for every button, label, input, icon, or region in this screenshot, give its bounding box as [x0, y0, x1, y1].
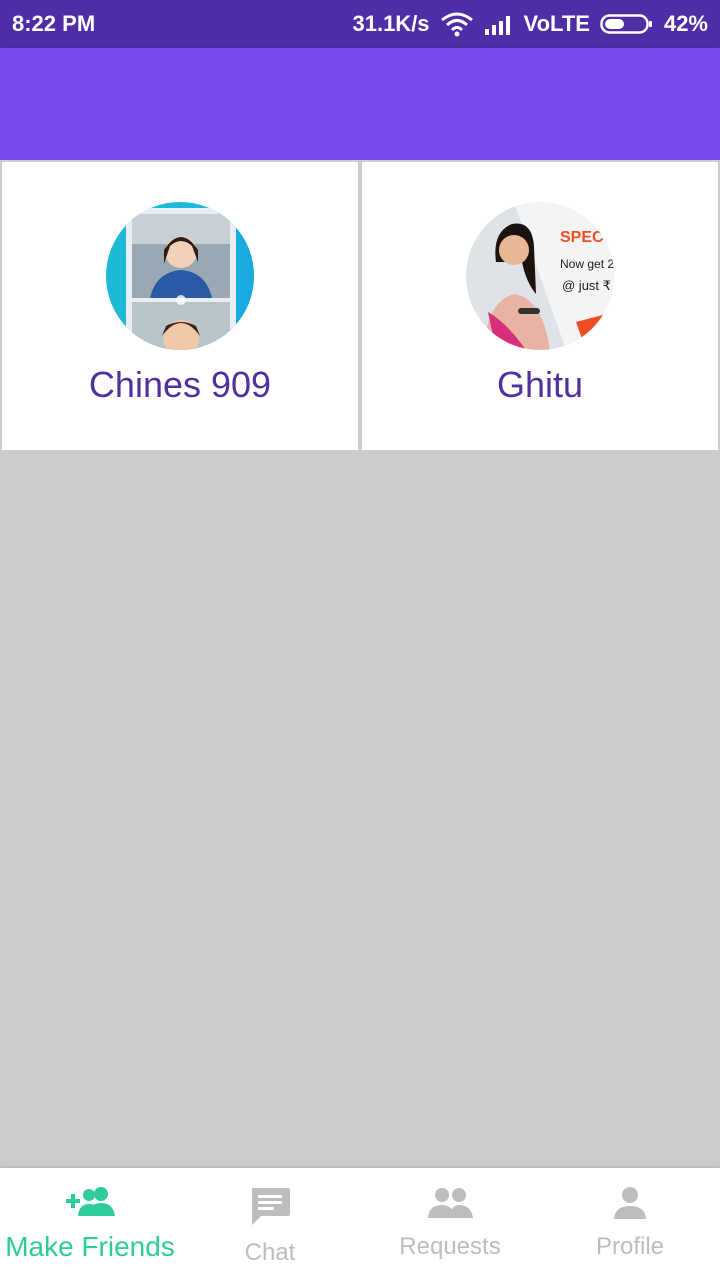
avatar-ad-text: @ just ₹ — [562, 278, 611, 293]
add-friends-icon — [65, 1186, 115, 1223]
nav-label: Make Friends — [5, 1231, 175, 1262]
friend-name: Ghitu — [496, 364, 584, 405]
nav-label: Chat — [244, 1239, 296, 1266]
bottom-navigation: Make Friends Chat Requests Profile — [0, 1168, 720, 1280]
friend-card[interactable]: SPEC Now get 2 @ just ₹ Ghitu — [362, 162, 718, 450]
friend-avatar — [106, 202, 254, 350]
nav-profile[interactable]: Profile — [540, 1168, 720, 1280]
signal-icon — [484, 13, 514, 35]
nav-label: Profile — [595, 1233, 665, 1260]
friend-avatar: SPEC Now get 2 @ just ₹ — [466, 202, 614, 350]
nav-requests[interactable]: Requests — [360, 1168, 540, 1280]
friend-name: Chines 909 — [88, 364, 272, 405]
friends-grid: Chines 909 SPEC Now get 2 @ just ₹ Ghitu — [0, 160, 720, 450]
avatar-ad-text: SPEC — [560, 229, 604, 246]
status-right: 31.1K/s VoLTE 42% — [352, 11, 708, 37]
wifi-icon — [440, 11, 474, 37]
friend-card[interactable]: Chines 909 — [2, 162, 358, 450]
profile-icon — [612, 1186, 648, 1225]
nav-chat[interactable]: Chat — [180, 1168, 360, 1280]
nav-make-friends[interactable]: Make Friends — [0, 1168, 180, 1280]
avatar-ad-text: Now get 2 — [560, 257, 614, 271]
requests-icon — [427, 1186, 473, 1225]
status-time: 8:22 PM — [12, 11, 96, 36]
app-bar — [0, 48, 720, 160]
battery-icon — [600, 12, 654, 36]
status-bar: 8:22 PM 31.1K/s VoLTE 42% — [0, 0, 720, 48]
battery-level: 42% — [663, 11, 708, 36]
network-speed: 31.1K/s — [352, 11, 430, 36]
nav-label: Requests — [399, 1233, 501, 1260]
chat-icon — [249, 1186, 291, 1231]
network-type: VoLTE — [523, 11, 590, 36]
